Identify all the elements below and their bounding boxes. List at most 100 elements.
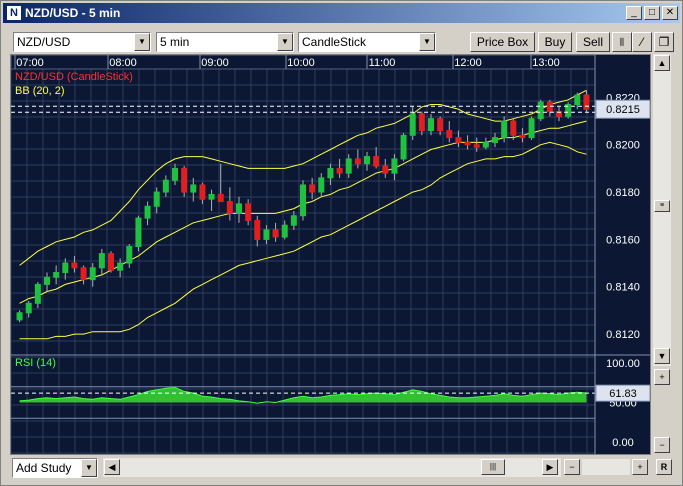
close-button[interactable]: ✕: [662, 6, 678, 20]
price-tick-label: 0.8120: [606, 329, 640, 341]
candle-body: [528, 118, 535, 139]
candle-body: [117, 262, 124, 271]
scroll-thumb[interactable]: ≡: [654, 200, 670, 212]
candle-body: [89, 267, 96, 281]
price-tick-label: 0.8160: [606, 234, 640, 246]
candle-body: [290, 215, 297, 226]
candle-body: [492, 137, 498, 143]
time-tick-label: 12:00: [454, 57, 482, 69]
current-price-label: 0.8215: [606, 104, 640, 116]
candle-body: [135, 217, 142, 248]
candle-body: [162, 179, 169, 193]
candle-body: [153, 191, 160, 207]
candle-body: [583, 94, 590, 110]
symbol-value: NZD/USD: [17, 35, 71, 49]
add-study-select[interactable]: Add Study ▼: [12, 458, 98, 478]
candle-body: [181, 167, 188, 193]
maximize-button[interactable]: □: [644, 6, 660, 20]
scroll-up-icon[interactable]: ▲: [654, 55, 670, 71]
sell-button[interactable]: Sell: [576, 32, 610, 52]
chevron-down-icon[interactable]: ▼: [277, 33, 293, 51]
candle-body: [537, 101, 544, 120]
toolbar: NZD/USD ▼ 5 min ▼ CandleStick ▼ Price Bo…: [3, 27, 680, 53]
candle-body: [71, 262, 78, 269]
zoom-out-rsi-button[interactable]: −: [654, 437, 670, 453]
candle-body: [382, 165, 389, 174]
detach-window-icon[interactable]: ❐: [654, 32, 674, 52]
candle-body: [318, 177, 325, 193]
price-tick-label: 0.8140: [606, 282, 640, 294]
chart-type-select[interactable]: CandleStick ▼: [298, 32, 436, 52]
candle-body: [208, 193, 215, 200]
minimize-button[interactable]: _: [626, 6, 642, 20]
add-study-label: Add Study: [16, 461, 72, 475]
candle-body: [300, 184, 306, 217]
candles: [16, 90, 590, 323]
interval-select[interactable]: 5 min ▼: [156, 32, 294, 52]
candle-body: [190, 184, 197, 193]
time-tick-label: 08:00: [109, 57, 137, 69]
horizontal-scrollbar[interactable]: ◀ ||| ▶: [103, 458, 561, 477]
candle-body: [482, 141, 489, 148]
zoom-track[interactable]: [582, 459, 630, 475]
draw-line-icon[interactable]: ⁄: [632, 32, 652, 52]
candle-body: [437, 118, 444, 132]
candle-body: [199, 184, 206, 200]
time-tick-label: 07:00: [16, 57, 44, 69]
candle-body: [510, 120, 517, 136]
rsi-pane-title: RSI (14): [15, 357, 56, 369]
price-tick-label: 0.8180: [606, 187, 640, 199]
zoom-in-rsi-button[interactable]: +: [654, 369, 670, 385]
reset-button[interactable]: R: [656, 459, 672, 475]
candle-body: [364, 156, 370, 165]
candle-body: [455, 137, 462, 143]
rsi-tick-label: 0.00: [612, 437, 633, 449]
rsi-tick-label: 100.00: [606, 358, 640, 370]
candle-body: [272, 229, 279, 238]
candle-body: [309, 184, 316, 193]
candle-body: [53, 272, 60, 278]
candle-body: [519, 134, 526, 139]
candle-body: [126, 246, 133, 264]
bb-indicator-label: BB (20, 2): [15, 85, 65, 97]
main-pane-title: NZD/USD (CandleStick): [15, 71, 133, 83]
candle-body: [336, 167, 343, 174]
scroll-down-icon[interactable]: ▼: [654, 348, 670, 364]
candle-body: [62, 262, 69, 274]
scroll-left-icon[interactable]: ◀: [104, 459, 120, 475]
zoom-out-button[interactable]: −: [564, 459, 580, 475]
candle-body: [108, 253, 114, 271]
chart-svg[interactable]: 07:00 08:00 09:00 10:00 11:00 12:00 13:000.822…: [11, 55, 651, 455]
price-box-button[interactable]: Price Box: [470, 32, 535, 52]
candle-body: [345, 158, 352, 174]
zoom-in-button[interactable]: +: [632, 459, 648, 475]
scroll-right-icon[interactable]: ▶: [542, 459, 558, 475]
candle-body: [217, 193, 224, 203]
vertical-scrollbar[interactable]: ▲ ≡ ▼: [653, 54, 671, 366]
candle-body: [409, 113, 416, 136]
candle-body: [501, 120, 508, 139]
title-bar[interactable]: N NZD/USD - 5 min _ □ ✕: [3, 3, 680, 23]
symbol-select[interactable]: NZD/USD ▼: [13, 32, 151, 52]
candle-body: [327, 167, 334, 179]
chevron-down-icon[interactable]: ▼: [81, 459, 97, 477]
time-tick-label: 11:00: [369, 57, 396, 69]
candle-body: [44, 276, 50, 285]
chart-window: N NZD/USD - 5 min _ □ ✕ NZD/USD ▼ 5 min …: [0, 0, 683, 486]
candle-body: [418, 113, 425, 132]
bar-style-icon[interactable]: ⫼: [612, 32, 632, 52]
h-scroll-thumb[interactable]: |||: [481, 459, 505, 475]
candle-body: [25, 302, 32, 314]
candle-body: [391, 158, 398, 174]
candle-body: [400, 134, 407, 160]
candle-body: [144, 205, 151, 219]
chart-type-value: CandleStick: [302, 35, 367, 49]
chevron-down-icon[interactable]: ▼: [419, 33, 435, 51]
chart-area[interactable]: 07:00 08:00 09:00 10:00 11:00 12:00 13:00 0.822…: [10, 54, 651, 455]
buy-button[interactable]: Buy: [538, 32, 572, 52]
candle-body: [281, 224, 288, 238]
candle-body: [98, 253, 105, 269]
app-logo-icon: N: [7, 6, 21, 20]
time-tick-label: 13:00: [532, 57, 560, 69]
chevron-down-icon[interactable]: ▼: [134, 33, 150, 51]
